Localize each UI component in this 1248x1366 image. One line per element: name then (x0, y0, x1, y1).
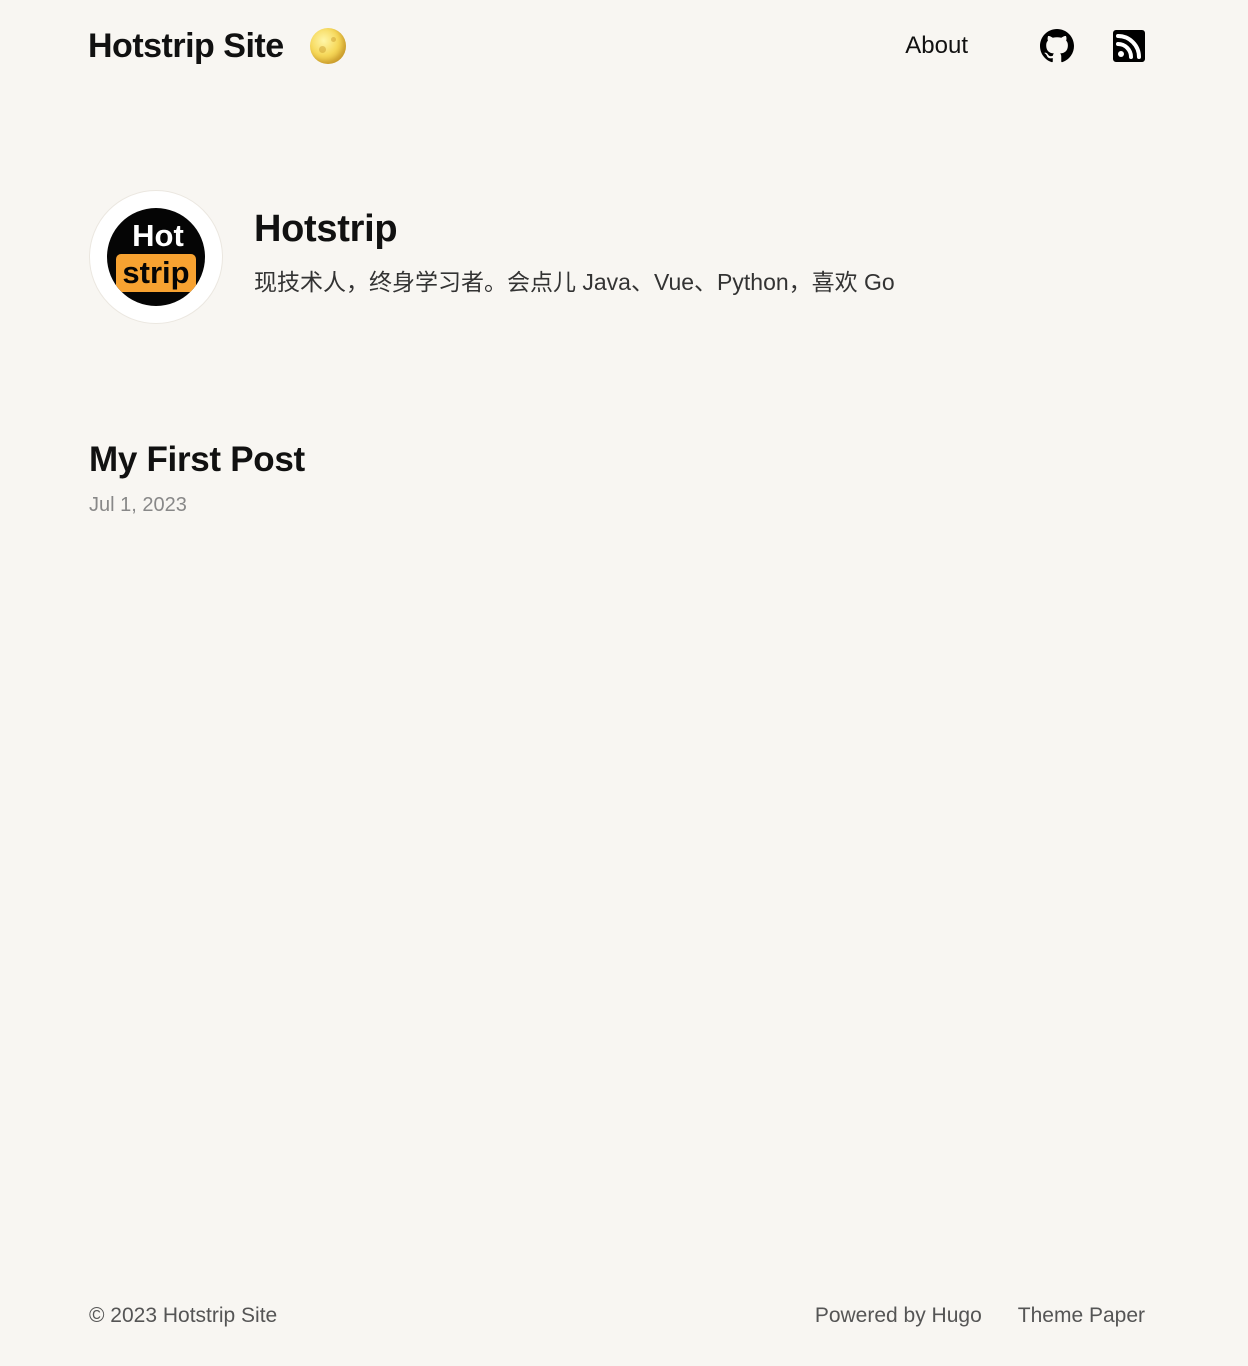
avatar: Hot strip (107, 208, 205, 306)
profile-text: Hotstrip 现技术人，终身学习者。会点儿 Java、Vue、Python，… (254, 208, 895, 297)
profile-bio: 现技术人，终身学习者。会点儿 Java、Vue、Python，喜欢 Go (254, 268, 895, 295)
powered-by-link[interactable]: Powered by Hugo (815, 1304, 982, 1328)
github-icon (1040, 29, 1074, 63)
rss-icon (1113, 30, 1145, 62)
site-title-link[interactable]: Hotstrip Site (88, 27, 284, 66)
copyright-text: © 2023 Hotstrip Site (89, 1304, 278, 1327)
theme-link[interactable]: Theme Paper (1018, 1304, 1145, 1328)
profile: Hot strip Hotstrip 现技术人，终身学习者。会点儿 Java、V… (89, 190, 895, 324)
post-entry[interactable]: My First Post Jul 1, 2023 (89, 440, 305, 517)
avatar-frame: Hot strip (89, 190, 223, 324)
post-title[interactable]: My First Post (89, 440, 305, 480)
post-date: Jul 1, 2023 (89, 494, 187, 516)
footer-links: Powered by Hugo Theme Paper (815, 1304, 1145, 1328)
profile-name: Hotstrip (254, 207, 398, 250)
main-nav: About (905, 29, 1146, 63)
rss-link[interactable] (1112, 29, 1146, 63)
page: Hotstrip Site About Hot strip Hotstrip 现… (0, 0, 1248, 1366)
moon-icon[interactable] (309, 28, 346, 64)
site-header: Hotstrip Site About (88, 22, 1146, 70)
avatar-text-line2: strip (116, 254, 196, 292)
github-link[interactable] (1040, 29, 1112, 63)
avatar-text-line1: Hot (132, 218, 184, 253)
site-footer: © 2023 Hotstrip Site Powered by Hugo The… (89, 1304, 1145, 1328)
nav-about-link[interactable]: About (905, 32, 968, 60)
